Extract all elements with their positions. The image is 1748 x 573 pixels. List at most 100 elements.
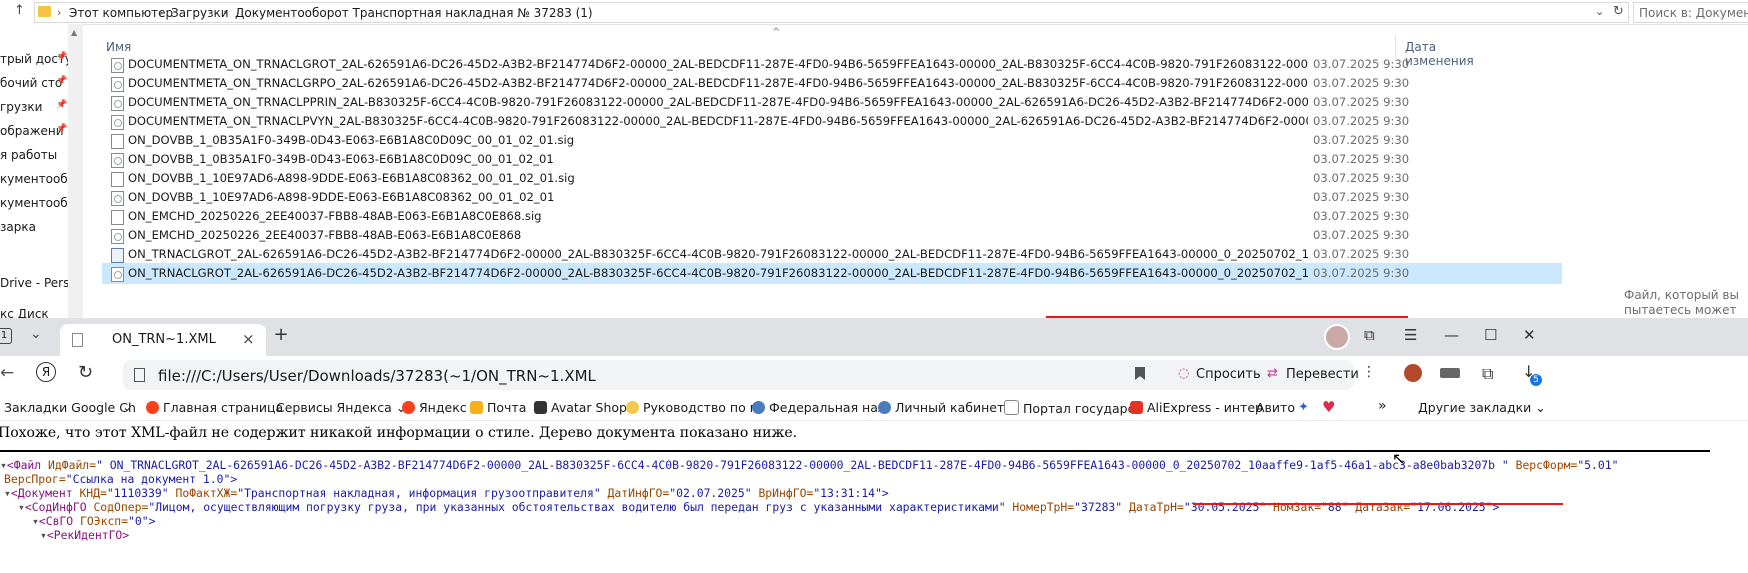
xml-tag: <Файл <box>6 458 42 472</box>
tax-emblem-icon <box>878 401 891 414</box>
translate-button[interactable]: ⇄ Перевести <box>1262 360 1359 390</box>
no-style-notice: Похоже, что этот XML-файл не содержит ни… <box>0 425 798 441</box>
bookmark-avatar-shop[interactable]: Avatar Shop <box>534 400 627 415</box>
bookmark-tax-service[interactable]: Федеральная нал <box>752 400 886 415</box>
ask-button[interactable]: ◌ Спросить <box>1170 360 1261 390</box>
more-icon[interactable]: ⋮ <box>1362 364 1376 380</box>
bookmark-mail[interactable]: Почта <box>470 400 526 415</box>
bookmark-icon[interactable] <box>1135 367 1145 380</box>
bookmark-gosuslugi[interactable]: Портал государст <box>1004 400 1142 416</box>
extension-icon[interactable] <box>1440 368 1460 378</box>
xml-attr-name: ПоФактХЖ= <box>175 486 238 500</box>
navigation-scrollbar[interactable]: ▲ <box>68 24 83 318</box>
nav-item-desktop[interactable]: бочий сто <box>0 76 62 90</box>
nav-item-work[interactable]: я работы <box>0 148 57 162</box>
file-date: 03.07.2025 9:30 <box>1313 95 1410 109</box>
bookmark-yandex[interactable]: Яндекс <box>402 400 467 415</box>
chevron-down-icon[interactable]: ⌄ <box>122 400 132 414</box>
explorer-address-bar: ↑ › Этот компьютер › Загрузки › Документ… <box>0 0 1748 25</box>
bookmark-personal-cabinet[interactable]: Личный кабинет <box>878 400 1004 415</box>
nav-item-pictures[interactable]: ображени <box>0 124 64 138</box>
minimize-icon[interactable]: — <box>1444 326 1459 344</box>
nav-item-yandex-disk[interactable]: кс Диск <box>0 307 49 318</box>
ask-icon: ◌ <box>1178 366 1190 381</box>
url-bar[interactable]: file:///C:/Users/User/Downloads/37283(~1… <box>123 360 1305 390</box>
tab-xml-file[interactable]: ON_TRN~1.XML × <box>60 324 266 356</box>
file-name: ON_EMCHD_20250226_2EE40037-FBB8-48AB-E06… <box>128 209 542 223</box>
collapse-triangle-icon[interactable]: ▾ <box>40 528 47 542</box>
breadcrumb-computer[interactable]: Этот компьютер <box>69 6 173 20</box>
close-window-icon[interactable]: ✕ <box>1523 326 1536 344</box>
xml-attr-value: "5.01" <box>1577 458 1619 472</box>
file-row[interactable]: ON_DOVBB_1_10E97AD6-A898-9DDE-E063-E6B1A… <box>102 168 1562 189</box>
maximize-icon[interactable]: ☐ <box>1484 326 1497 344</box>
xml-attr-value: "13:31:14"> <box>813 486 889 500</box>
browser-window: 1 ⌄ ON_TRN~1.XML × + ⧉ ☰ — ☐ ✕ ← Я ↻ fil… <box>0 318 1748 573</box>
close-tab-icon[interactable]: × <box>242 330 255 348</box>
file-date: 03.07.2025 9:30 <box>1313 57 1410 71</box>
file-date: 03.07.2025 9:30 <box>1313 247 1410 261</box>
collapse-triangle-icon[interactable]: ▾ <box>4 486 11 500</box>
file-row[interactable]: ON_TRNACLGROT_2AL-626591A6-DC26-45D2-A3B… <box>102 263 1562 284</box>
extensions-icon[interactable]: ⧉ <box>1482 364 1493 384</box>
column-name[interactable]: Имя <box>106 40 131 54</box>
collapse-triangle-icon[interactable]: ▾ <box>32 514 39 528</box>
tabs-menu-icon[interactable]: ☰ <box>1404 326 1417 344</box>
bookmark-avito[interactable]: Авито <box>1256 400 1295 415</box>
xml-attr-name: НомерТрН= <box>1012 500 1075 514</box>
nav-item-screenshots[interactable]: зарка <box>0 220 36 234</box>
bookmark-guide[interactable]: Руководство по п <box>626 400 758 415</box>
collapse-triangle-icon[interactable]: ▾ <box>18 500 25 514</box>
bookmark-label: Почта <box>487 400 527 415</box>
heart-icon[interactable]: ♥ <box>1322 398 1335 416</box>
bookmark-yandex-home[interactable]: Главная страница <box>146 400 283 415</box>
back-icon[interactable]: ← <box>0 363 14 383</box>
file-row[interactable]: ON_EMCHD_20250226_2EE40037-FBB8-48AB-E06… <box>102 225 1562 246</box>
document-icon <box>1004 400 1019 415</box>
chevron-down-icon[interactable]: ⌄ <box>30 326 42 342</box>
xml-attr-name: ИдФайл= <box>48 458 97 472</box>
file-name: ON_DOVBB_1_10E97AD6-A898-9DDE-E063-E6B1A… <box>128 171 575 185</box>
avatar-shop-icon <box>534 401 547 414</box>
file-row[interactable]: ON_TRNACLGROT_2AL-626591A6-DC26-45D2-A3B… <box>102 244 1562 265</box>
scroll-up-icon[interactable]: ▲ <box>71 28 77 37</box>
bookmark-yandex-services[interactable]: Сервисы Яндекса ⌄ <box>276 400 406 415</box>
chevron-down-icon[interactable]: ⌄ <box>1595 5 1604 18</box>
file-row[interactable]: ON_DOVBB_1_10E97AD6-A898-9DDE-E063-E6B1A… <box>102 187 1562 208</box>
up-arrow-icon[interactable]: ↑ <box>14 3 25 18</box>
downloads-badge: 5 <box>1530 374 1542 386</box>
nav-item-downloads[interactable]: грузки <box>0 100 42 114</box>
file-row[interactable]: ON_DOVBB_1_0B35A1F0-349B-0D43-E063-E6B1A… <box>102 130 1562 151</box>
extension-icon[interactable]: ✦ <box>1298 400 1309 415</box>
extension-icon[interactable] <box>1404 364 1422 382</box>
reload-icon[interactable]: ↻ <box>78 362 93 383</box>
xml-tag: <СвГО <box>38 514 74 528</box>
explorer-search-input[interactable]: Поиск в: Документ <box>1633 2 1748 23</box>
xml-attr-value: "1110339" <box>106 486 169 500</box>
file-name: DOCUMENTMETA_ON_TRNACLPVYN_2AL-B830325F-… <box>128 114 1308 128</box>
yandex-icon[interactable]: Я <box>36 362 56 382</box>
collections-icon[interactable]: ⧉ <box>1364 326 1375 344</box>
more-bookmarks-icon[interactable]: » <box>1378 398 1387 414</box>
file-row[interactable]: ON_DOVBB_1_0B35A1F0-349B-0D43-E063-E6B1A… <box>102 149 1562 170</box>
address-box[interactable]: › Этот компьютер › Загрузки › Документоо… <box>34 2 1629 23</box>
collapse-triangle-icon[interactable]: ▾ <box>0 458 7 472</box>
new-tab-icon[interactable]: + <box>270 324 292 346</box>
file-date: 03.07.2025 9:30 <box>1313 114 1410 128</box>
tab-counter-icon[interactable]: 1 <box>0 328 12 344</box>
bookmark-google[interactable]: Закладки Google Ch <box>4 400 136 415</box>
file-row[interactable]: DOCUMENTMETA_ON_TRNACLGROT_2AL-626591A6-… <box>102 54 1562 75</box>
breadcrumb-downloads[interactable]: Загрузки <box>171 6 229 20</box>
bookmark-aliexpress[interactable]: AliExpress - интер <box>1130 400 1263 415</box>
other-bookmarks[interactable]: Другие закладки ⌄ <box>1418 400 1546 415</box>
file-row[interactable]: DOCUMENTMETA_ON_TRNACLPPRIN_2AL-B830325F… <box>102 92 1562 113</box>
profile-avatar[interactable] <box>1324 324 1350 350</box>
file-name: ON_DOVBB_1_0B35A1F0-349B-0D43-E063-E6B1A… <box>128 152 554 166</box>
file-row[interactable]: ON_EMCHD_20250226_2EE40037-FBB8-48AB-E06… <box>102 206 1562 227</box>
refresh-icon[interactable]: ↻ <box>1613 4 1624 19</box>
file-row[interactable]: DOCUMENTMETA_ON_TRNACLGRPO_2AL-626591A6-… <box>102 73 1562 94</box>
breadcrumb-current-folder[interactable]: Документооборот Транспортная накладная №… <box>235 6 593 20</box>
xml-file-icon <box>111 115 124 130</box>
xml-attr-name: ГОЭксп= <box>80 514 129 528</box>
file-row[interactable]: DOCUMENTMETA_ON_TRNACLPVYN_2AL-B830325F-… <box>102 111 1562 132</box>
